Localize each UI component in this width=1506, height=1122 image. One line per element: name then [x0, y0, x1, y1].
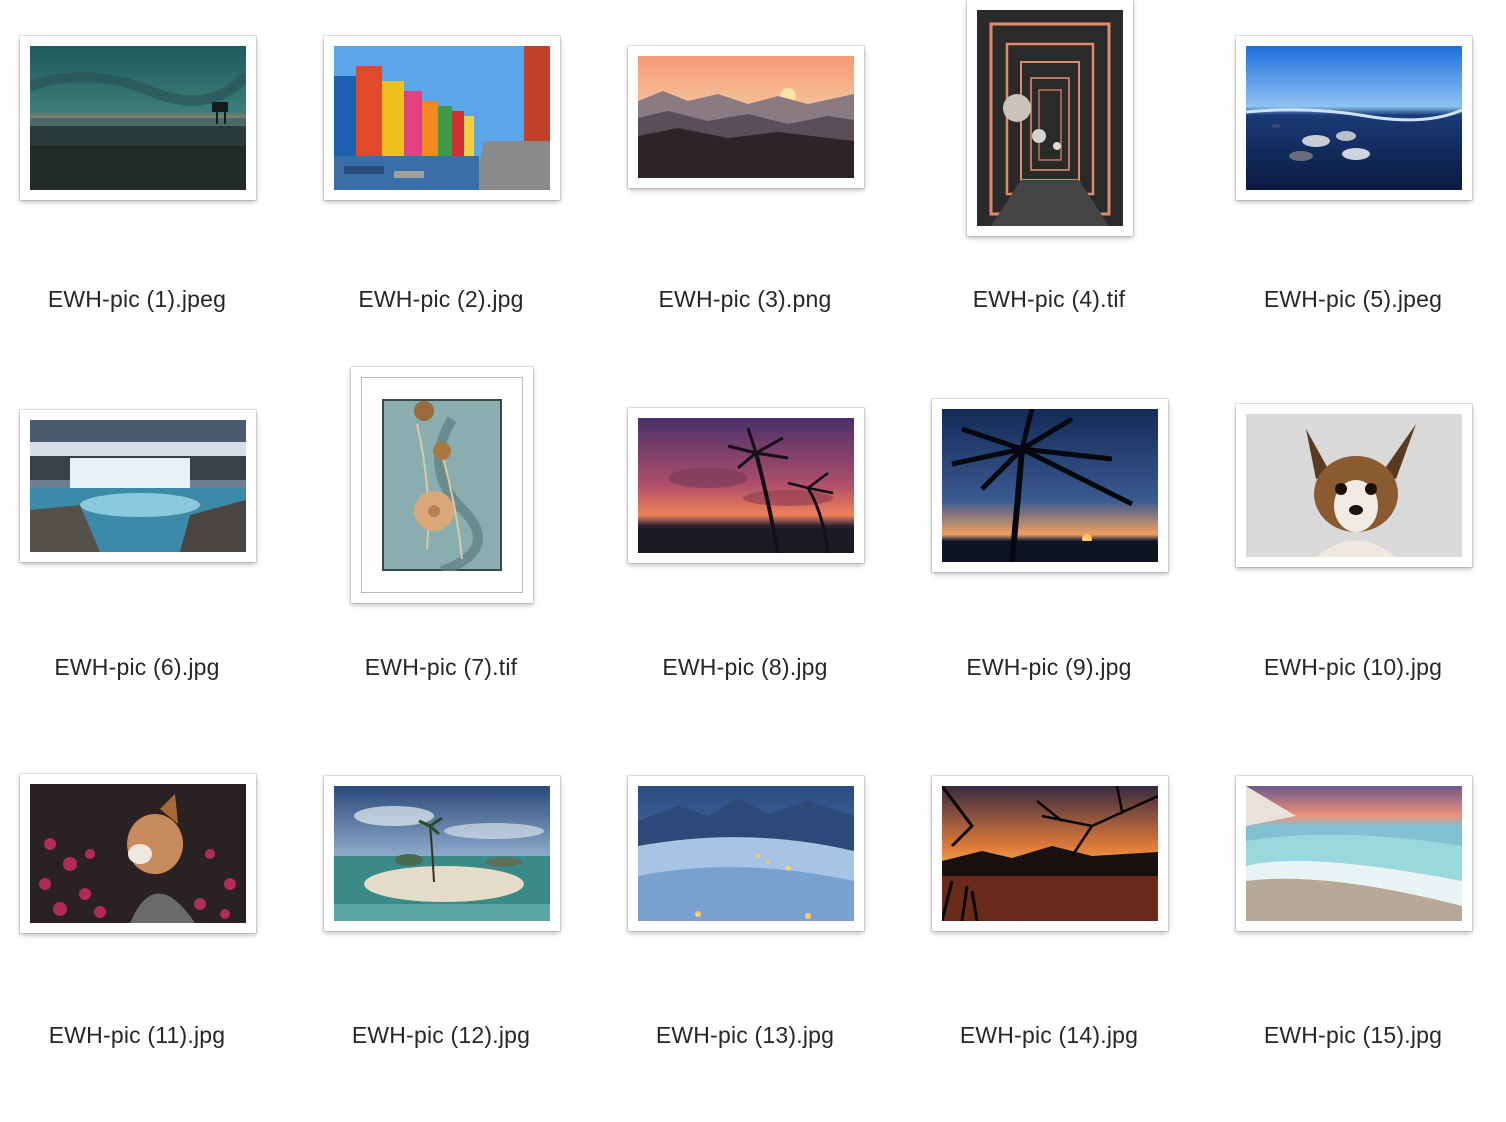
- file-item[interactable]: EWH-pic (5).jpeg: [1201, 18, 1505, 386]
- file-item[interactable]: EWH-pic (1).jpeg: [0, 18, 289, 386]
- file-item[interactable]: EWH-pic (9).jpg: [897, 386, 1201, 754]
- foggy-blue-mountains-image: [638, 786, 854, 921]
- file-item[interactable]: EWH-pic (14).jpg: [897, 754, 1201, 1122]
- file-name: EWH-pic (5).jpeg: [1263, 286, 1443, 312]
- file-thumbnail[interactable]: [628, 776, 864, 931]
- palm-trees-purple-sunset-image: [638, 418, 854, 553]
- file-name: EWH-pic (6).jpg: [54, 654, 220, 680]
- file-thumbnail[interactable]: [20, 36, 256, 200]
- file-item[interactable]: EWH-pic (6).jpg: [0, 386, 289, 754]
- file-item[interactable]: EWH-pic (3).png: [593, 18, 897, 386]
- chihuahua-portrait-image: [1246, 414, 1462, 557]
- waterfall-canyon-image: [30, 420, 246, 552]
- file-name: EWH-pic (10).jpg: [1263, 654, 1443, 680]
- file-thumbnail[interactable]: [1236, 404, 1472, 567]
- file-name: EWH-pic (8).jpg: [662, 654, 828, 680]
- file-name: EWH-pic (11).jpg: [48, 1022, 226, 1048]
- file-thumbnail[interactable]: [967, 0, 1133, 236]
- beach-sunset-lifeguard-tower-image: [30, 46, 246, 190]
- file-item[interactable]: EWH-pic (10).jpg: [1201, 386, 1505, 754]
- file-item[interactable]: EWH-pic (11).jpg: [0, 754, 289, 1122]
- file-name: EWH-pic (4).tif: [972, 286, 1126, 312]
- pastel-beach-shore-image: [1246, 786, 1462, 921]
- file-item[interactable]: EWH-pic (8).jpg: [593, 386, 897, 754]
- colorful-canal-houses-image: [334, 46, 550, 190]
- file-thumbnail[interactable]: [932, 399, 1168, 572]
- file-item[interactable]: EWH-pic (4).tif: [897, 0, 1201, 386]
- file-item[interactable]: EWH-pic (12).jpg: [289, 754, 593, 1122]
- file-thumbnail[interactable]: [1236, 776, 1472, 931]
- sunset-branches-silhouette-image: [942, 786, 1158, 921]
- file-name: EWH-pic (7).tif: [364, 654, 518, 680]
- file-thumbnail[interactable]: [932, 776, 1168, 931]
- file-thumbnail[interactable]: [324, 36, 560, 200]
- file-name: EWH-pic (12).jpg: [351, 1022, 531, 1048]
- neon-corridor-spheres-image: [977, 10, 1123, 226]
- blue-beach-stones-image: [1246, 46, 1462, 190]
- file-thumbnail[interactable]: [20, 774, 256, 933]
- file-item[interactable]: EWH-pic (2).jpg: [289, 18, 593, 386]
- file-name: EWH-pic (15).jpg: [1263, 1022, 1443, 1048]
- file-name: EWH-pic (1).jpeg: [47, 286, 227, 312]
- lotus-pods-framed-art-image: [382, 399, 502, 571]
- tropical-sandbar-island-image: [334, 786, 550, 921]
- file-name: EWH-pic (3).png: [658, 286, 832, 312]
- misty-mountains-sunset-image: [638, 56, 854, 178]
- file-thumbnail[interactable]: [324, 776, 560, 931]
- file-thumbnail[interactable]: [628, 408, 864, 563]
- file-thumbnail[interactable]: [20, 410, 256, 562]
- file-name: EWH-pic (2).jpg: [358, 286, 524, 312]
- file-name: EWH-pic (13).jpg: [655, 1022, 835, 1048]
- file-thumbnail[interactable]: [628, 46, 864, 188]
- file-name: EWH-pic (14).jpg: [959, 1022, 1139, 1048]
- file-item[interactable]: EWH-pic (15).jpg: [1201, 754, 1505, 1122]
- file-thumbnail[interactable]: [1236, 36, 1472, 200]
- file-name: EWH-pic (9).jpg: [966, 654, 1132, 680]
- file-item[interactable]: EWH-pic (13).jpg: [593, 754, 897, 1122]
- palm-silhouette-dusk-image: [942, 409, 1158, 562]
- file-item[interactable]: EWH-pic (7).tif: [289, 367, 593, 754]
- dog-in-pink-flowers-image: [30, 784, 246, 923]
- file-thumbnail[interactable]: [351, 367, 533, 603]
